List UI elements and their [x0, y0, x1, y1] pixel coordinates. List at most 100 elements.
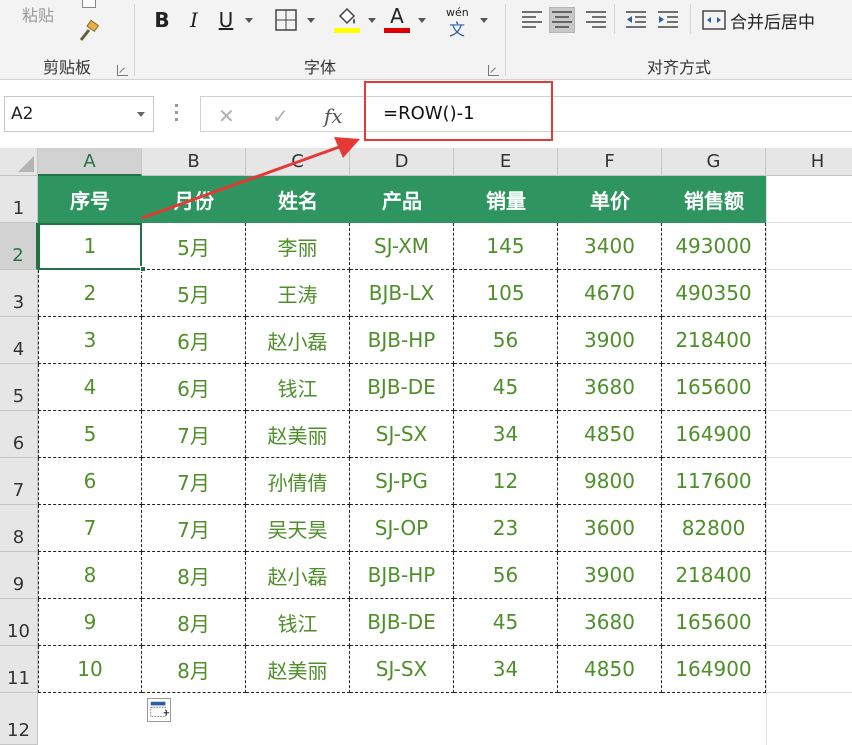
cell-seq[interactable]: 2 [38, 270, 142, 317]
cell-name[interactable]: 赵小磊 [246, 317, 350, 364]
borders-icon[interactable] [274, 8, 298, 32]
fill-color-icon[interactable] [334, 6, 360, 28]
cell-qty[interactable]: 105 [454, 270, 558, 317]
cell-name[interactable]: 赵美丽 [246, 646, 350, 693]
align-right-icon[interactable] [584, 8, 608, 32]
cell-seq[interactable]: 9 [38, 599, 142, 646]
cell-amount[interactable]: 165600 [662, 599, 766, 646]
cell-product[interactable]: SJ-OP [350, 505, 454, 552]
cell-price[interactable]: 3680 [558, 364, 662, 411]
cell-name[interactable]: 钱江 [246, 599, 350, 646]
header-cell-name[interactable]: 姓名 [246, 176, 350, 223]
cell-name[interactable]: 赵小磊 [246, 552, 350, 599]
phonetic-dropdown-icon[interactable] [480, 18, 488, 23]
cell-seq[interactable]: 1 [38, 223, 142, 270]
cell-product[interactable]: BJB-LX [350, 270, 454, 317]
row-header-4[interactable]: 4 [0, 317, 38, 364]
cell-amount[interactable]: 117600 [662, 458, 766, 505]
cell-month[interactable]: 7月 [142, 458, 246, 505]
clipboard-dialog-launcher[interactable] [117, 65, 128, 76]
font-dialog-launcher[interactable] [488, 65, 499, 76]
cell-product[interactable]: BJB-HP [350, 552, 454, 599]
row-header-6[interactable]: 6 [0, 411, 38, 458]
cell-product[interactable]: BJB-DE [350, 599, 454, 646]
column-header-g[interactable]: G [662, 148, 766, 176]
cell-month[interactable]: 8月 [142, 599, 246, 646]
row-header-9[interactable]: 9 [0, 552, 38, 599]
cell-qty[interactable]: 34 [454, 411, 558, 458]
format-painter-icon[interactable] [76, 20, 100, 44]
cell-price[interactable]: 3900 [558, 552, 662, 599]
cell-qty[interactable]: 45 [454, 599, 558, 646]
cell-qty[interactable]: 56 [454, 317, 558, 364]
cell-seq[interactable]: 8 [38, 552, 142, 599]
row-header-3[interactable]: 3 [0, 270, 38, 317]
cell-price[interactable]: 4850 [558, 646, 662, 693]
cell-product[interactable]: SJ-SX [350, 646, 454, 693]
cell-qty[interactable]: 145 [454, 223, 558, 270]
column-header-b[interactable]: B [142, 148, 246, 176]
row-header-1[interactable]: 1 [0, 176, 38, 223]
column-header-e[interactable]: E [454, 148, 558, 176]
row-header-2[interactable]: 2 [0, 223, 38, 270]
decrease-indent-icon[interactable] [624, 8, 648, 32]
cell-price[interactable]: 3900 [558, 317, 662, 364]
underline-button[interactable]: U [214, 6, 238, 34]
select-all-corner[interactable] [0, 148, 38, 176]
cell-name[interactable]: 李丽 [246, 223, 350, 270]
cell-amount[interactable]: 82800 [662, 505, 766, 552]
font-color-dropdown-icon[interactable] [418, 18, 426, 23]
cell-seq[interactable]: 5 [38, 411, 142, 458]
cell-amount[interactable]: 493000 [662, 223, 766, 270]
cell-month[interactable]: 8月 [142, 646, 246, 693]
cell-name[interactable]: 钱江 [246, 364, 350, 411]
cell-price[interactable]: 9800 [558, 458, 662, 505]
underline-dropdown-icon[interactable] [245, 18, 253, 23]
font-color-button[interactable]: A [384, 2, 410, 30]
cell-month[interactable]: 5月 [142, 270, 246, 317]
copy-icon[interactable] [82, 0, 96, 8]
cell-seq[interactable]: 7 [38, 505, 142, 552]
header-cell-amount[interactable]: 销售额 [662, 176, 766, 223]
insert-function-icon[interactable]: fx [324, 104, 343, 128]
merge-center-button[interactable]: 合并后居中 [730, 8, 815, 33]
name-box-dropdown-icon[interactable] [137, 112, 145, 117]
cell-amount[interactable]: 164900 [662, 411, 766, 458]
merge-center-icon[interactable] [702, 9, 726, 31]
cell-seq[interactable]: 6 [38, 458, 142, 505]
row-header-8[interactable]: 8 [0, 505, 38, 552]
cell-amount[interactable]: 164900 [662, 646, 766, 693]
cell-product[interactable]: SJ-XM [350, 223, 454, 270]
fill-handle[interactable] [140, 266, 146, 272]
header-cell-month[interactable]: 月份 [142, 176, 246, 223]
cell-product[interactable]: BJB-HP [350, 317, 454, 364]
cell-product[interactable]: SJ-PG [350, 458, 454, 505]
cell-month[interactable]: 6月 [142, 364, 246, 411]
column-header-h[interactable]: H [766, 148, 852, 176]
cell-product[interactable]: BJB-DE [350, 364, 454, 411]
align-center-icon[interactable] [549, 7, 575, 33]
cell-seq[interactable]: 10 [38, 646, 142, 693]
enter-icon[interactable]: ✓ [272, 104, 289, 128]
name-box[interactable]: A2 [4, 96, 154, 132]
column-header-a[interactable]: A [38, 148, 142, 176]
cell-price[interactable]: 4670 [558, 270, 662, 317]
header-cell-price[interactable]: 单价 [558, 176, 662, 223]
cell-amount[interactable]: 218400 [662, 552, 766, 599]
cell-price[interactable]: 3680 [558, 599, 662, 646]
fill-color-dropdown-icon[interactable] [368, 18, 376, 23]
row-header-7[interactable]: 7 [0, 458, 38, 505]
cell-name[interactable]: 王涛 [246, 270, 350, 317]
cell-qty[interactable]: 45 [454, 364, 558, 411]
row-header-12[interactable]: 12 [0, 693, 38, 745]
cell-name[interactable]: 孙倩倩 [246, 458, 350, 505]
cell-month[interactable]: 7月 [142, 505, 246, 552]
cell-qty[interactable]: 56 [454, 552, 558, 599]
cell-qty[interactable]: 23 [454, 505, 558, 552]
header-cell-seq[interactable]: 序号 [38, 176, 142, 223]
cell-amount[interactable]: 165600 [662, 364, 766, 411]
header-cell-qty[interactable]: 销量 [454, 176, 558, 223]
cell-month[interactable]: 5月 [142, 223, 246, 270]
cell-month[interactable]: 8月 [142, 552, 246, 599]
borders-dropdown-icon[interactable] [307, 18, 315, 23]
